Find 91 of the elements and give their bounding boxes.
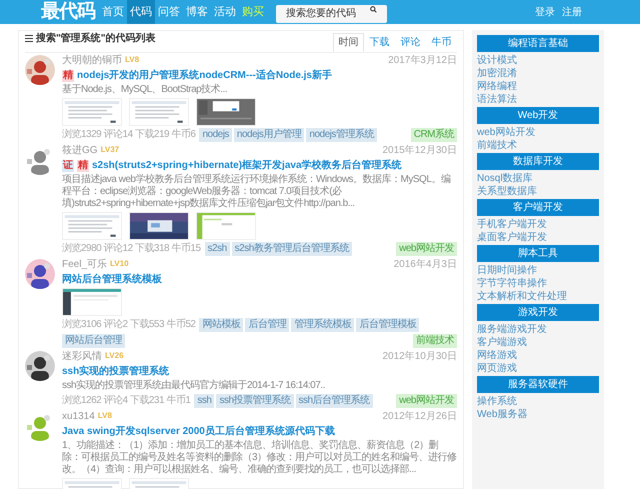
post-date: 2012年10月30日: [382, 351, 457, 363]
category-heading: 脚本工具: [477, 245, 599, 262]
tag[interactable]: 网站后台管理: [62, 334, 125, 348]
post-stats: 浏览1262 评论4 下载231 牛币1: [62, 395, 190, 407]
category-link[interactable]: Web服务器: [477, 408, 599, 421]
tag[interactable]: 后台管理模板: [356, 318, 420, 332]
user-name[interactable]: 筱进GG: [62, 145, 98, 157]
category-link[interactable]: 网络游戏: [477, 349, 599, 362]
post-title[interactable]: 网站后台管理系统模板: [62, 273, 162, 286]
search-field[interactable]: 搜索您要的代码: [276, 4, 387, 22]
category-link[interactable]: 语法算法: [477, 93, 599, 106]
category-link[interactable]: 手机客户端开发: [477, 218, 599, 231]
tag[interactable]: 网站模板: [199, 318, 244, 332]
post-title[interactable]: ssh实现的投票管理系统: [62, 365, 170, 378]
category-link[interactable]: 加密混淆: [477, 67, 599, 80]
post-badge: 证: [62, 160, 74, 172]
category-tag[interactable]: web网站开发: [396, 394, 457, 408]
category-link[interactable]: 桌面客户端开发: [477, 231, 599, 244]
nav-link[interactable]: 购买: [239, 0, 267, 24]
category-link[interactable]: Nosql数据库: [477, 172, 599, 185]
nav-link[interactable]: 活动: [211, 0, 239, 24]
category-link[interactable]: 客户端游戏: [477, 336, 599, 349]
user-name[interactable]: Feel_可乐: [62, 259, 108, 271]
post-badge: 精: [62, 70, 74, 82]
post-description: 基于Node.js、MySQL、BootStrap技术...: [62, 84, 228, 96]
post-description: 项目描述java web学校教务后台管理系统运行环境操作系统：Windows。数据库：MySQL。编程平台：eclipse浏览器：googleWeb服务器：tomcat 7.0项目技术(必填)struts2+spring+hibernate+jsp数据库文件压缩包jar包文件http://pan.b...: [62, 174, 452, 210]
category-tag[interactable]: web网站开发: [396, 242, 457, 256]
nav-link[interactable]: 首页: [99, 0, 127, 24]
category-link[interactable]: 字节字符串操作: [477, 277, 599, 290]
user-level: LV26: [105, 351, 124, 360]
nav-link[interactable]: 博客: [183, 0, 211, 24]
post-badge: 精: [77, 160, 89, 172]
post-date: 2012年12月26日: [382, 411, 457, 423]
category-link[interactable]: 服务端游戏开发: [477, 323, 599, 336]
category-link[interactable]: 网页游戏: [477, 362, 599, 375]
category-link[interactable]: 关系型数据库: [477, 185, 599, 198]
user-name[interactable]: xu1314: [62, 411, 95, 423]
site-logo[interactable]: 最代码: [41, 0, 95, 26]
account-link[interactable]: 注册: [562, 4, 582, 20]
category-link[interactable]: 操作系统: [477, 395, 599, 408]
post-description: 1、功能描述：（1）添加：增加员工的基本信息、培训信息、奖罚信息、薪资信息（2）删除：可根据员工的编号及姓名等资料的删除（3）修改：用户可以对员工的姓名和编号、进行修改。（4）查询：用户可以根据姓名、编号、准确的查到要找的员工，也可以选择部...: [62, 440, 457, 476]
post-stats: 浏览3106 评论2 下载553 牛币52: [62, 319, 196, 331]
post-date: 2016年4月3日: [394, 259, 457, 271]
post-title[interactable]: nodejs开发的用户管理系统nodeCRM---适合Node.js新手: [77, 69, 332, 82]
category-tag[interactable]: CRM系统: [410, 128, 457, 142]
user-level: LV10: [110, 259, 129, 268]
search-icon[interactable]: [370, 6, 377, 13]
nav-link[interactable]: 问答: [155, 0, 183, 24]
category-heading: 编程语言基础: [477, 35, 599, 52]
user-name[interactable]: 大明朝的铜币: [62, 55, 122, 67]
category-heading: 客户端开发: [477, 199, 599, 216]
account-link[interactable]: 登录: [535, 4, 555, 20]
user-level: LV37: [100, 145, 120, 154]
category-heading: Web开发: [477, 107, 599, 124]
category-link[interactable]: 网络编程: [477, 80, 599, 93]
post-title[interactable]: s2sh(struts2+spring+hibernate)框架开发java学校教务后台管理系统: [92, 159, 402, 172]
category-link[interactable]: 前端技术: [477, 139, 599, 152]
user-level: LV8: [125, 55, 140, 64]
tag[interactable]: 后台管理: [245, 318, 290, 332]
tag[interactable]: 管理系统模板: [291, 318, 354, 332]
tag[interactable]: ssh: [194, 394, 214, 408]
category-heading: 数据库开发: [477, 153, 599, 170]
category-link[interactable]: 文本解析和文件处理: [477, 290, 599, 303]
tag[interactable]: ssh后台管理系统: [296, 394, 373, 408]
tag[interactable]: ssh投票管理系统: [216, 394, 294, 408]
tag[interactable]: nodejs用户管理: [234, 128, 304, 142]
tag[interactable]: s2sh教务管理后台管理系统: [232, 242, 352, 256]
sort-tab[interactable]: 牛币: [426, 33, 457, 52]
list-heading: 搜索"管理系统"的代码列表: [36, 32, 156, 46]
user-name[interactable]: 迷彩风情: [62, 351, 102, 363]
list-icon: [25, 35, 33, 42]
user-level: LV8: [98, 411, 112, 420]
category-link[interactable]: web网站开发: [477, 126, 599, 139]
category-link[interactable]: 设计模式: [477, 54, 599, 67]
nav-link[interactable]: 代码: [127, 0, 155, 24]
tag[interactable]: nodejs管理系统: [306, 128, 377, 142]
tag[interactable]: s2sh: [204, 242, 230, 256]
category-link[interactable]: 日期时间操作: [477, 264, 599, 277]
sort-tab[interactable]: 下载: [364, 33, 395, 52]
post-date: 2017年3月12日: [388, 55, 457, 67]
post-date: 2015年12月30日: [382, 145, 457, 157]
sort-tab[interactable]: 评论: [395, 33, 426, 52]
post-description: ssh实现的投票管理系统由最代码官方编辑于2014-1-7 16:14:07..: [62, 380, 326, 392]
post-title[interactable]: Java swing开发sqlserver 2000员工后台管理系统源代码下载: [62, 425, 335, 438]
post-stats: 浏览1329 评论14 下载219 牛币6: [62, 129, 196, 141]
tag[interactable]: nodejs: [199, 128, 232, 142]
category-heading: 服务器软硬件: [477, 376, 599, 393]
category-heading: 游戏开发: [477, 304, 599, 321]
category-tag[interactable]: 前端技术: [413, 334, 457, 348]
post-stats: 浏览2980 评论12 下载318 牛币15: [62, 243, 201, 255]
sort-tab[interactable]: 时间: [333, 33, 364, 52]
